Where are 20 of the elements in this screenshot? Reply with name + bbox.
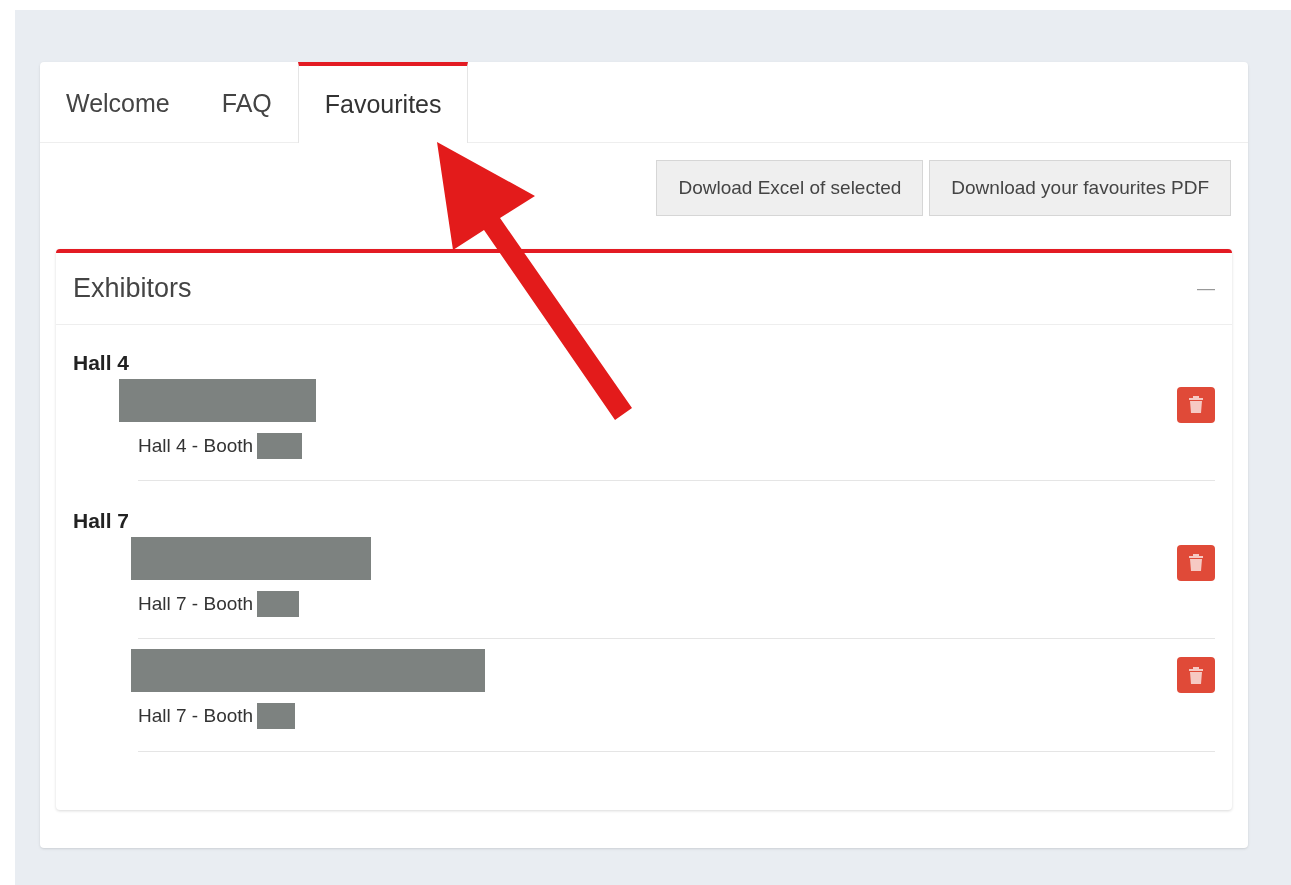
booth-label: Hall 7 - Booth — [138, 591, 254, 616]
panel-title: Exhibitors — [73, 272, 192, 306]
delete-button[interactable] — [1177, 657, 1215, 693]
delete-button[interactable] — [1177, 386, 1215, 423]
booth-label: Hall 7 - Booth — [138, 704, 254, 728]
delete-button[interactable] — [1177, 544, 1215, 581]
tab[interactable]: FAQ — [195, 62, 298, 142]
redaction-bar — [257, 703, 296, 730]
download-button[interactable]: Download your favourites PDF — [929, 160, 1231, 216]
booth-label: Hall 4 - Booth — [138, 433, 254, 458]
tab[interactable]: Favourites — [297, 62, 469, 143]
hall-heading: Hall 7 — [73, 508, 131, 534]
tab[interactable]: Welcome — [40, 62, 196, 142]
redaction-bar — [257, 590, 300, 617]
download-button[interactable]: Dowload Excel of selected — [656, 160, 924, 216]
redaction-bar — [257, 432, 303, 459]
trash-icon — [1188, 553, 1204, 572]
trash-icon — [1188, 665, 1204, 685]
trash-icon — [1188, 395, 1204, 414]
hall-heading: Hall 4 — [73, 350, 131, 376]
